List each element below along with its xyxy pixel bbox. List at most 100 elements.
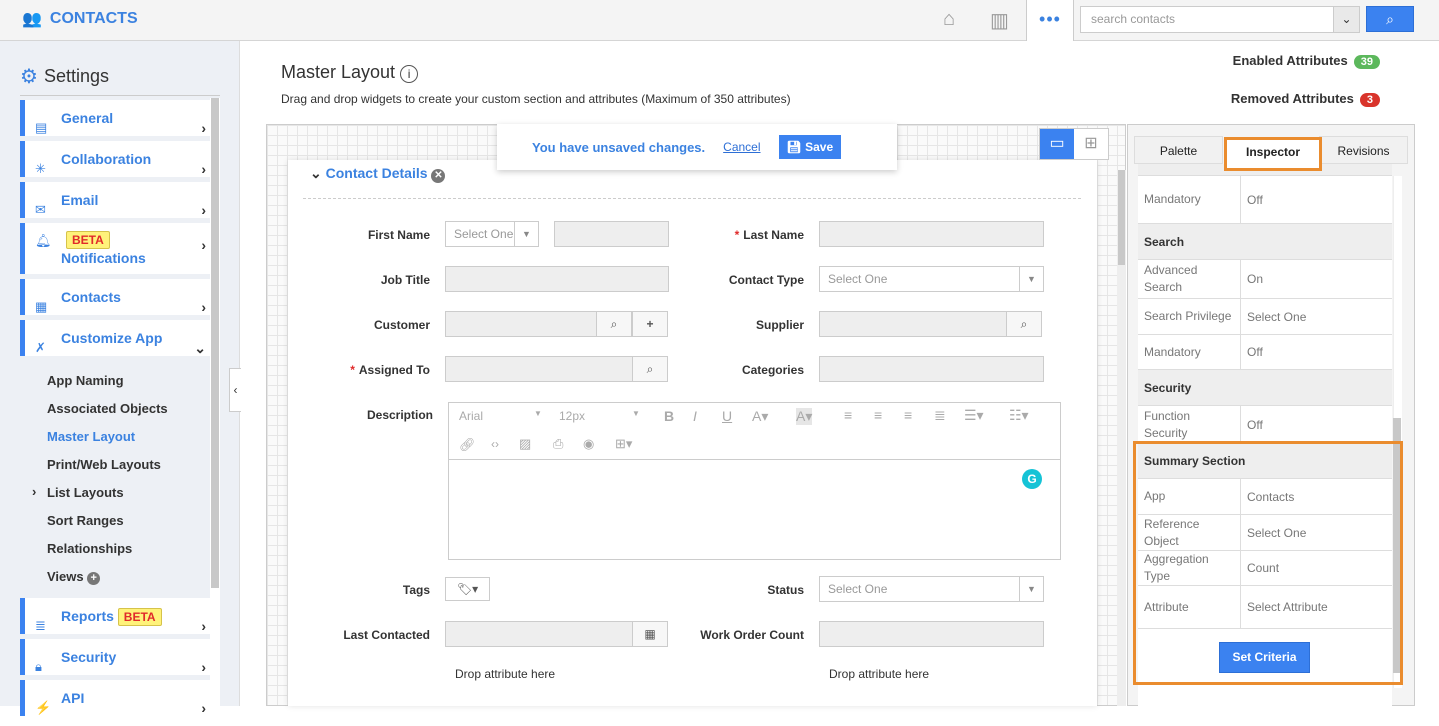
first-name-input[interactable] <box>554 221 669 247</box>
supplier-input[interactable] <box>819 311 1007 337</box>
work-order-count-input[interactable] <box>819 621 1044 647</box>
job-title-input[interactable] <box>445 266 669 292</box>
search-dropdown-chevron-icon[interactable]: ⌄ <box>1333 6 1360 33</box>
hierarchy-view-icon[interactable]: ⊞ <box>1074 129 1108 159</box>
bold-icon[interactable]: B <box>664 408 674 424</box>
property-row[interactable]: Mandatory Off <box>1138 335 1392 370</box>
section-header[interactable]: ⌄ Contact Details ✕ <box>310 165 446 183</box>
collapse-sidebar-button[interactable]: ‹ <box>229 368 241 412</box>
justify-icon[interactable]: ≣ <box>934 407 946 424</box>
property-row[interactable]: Search Privilege Select One <box>1138 299 1392 335</box>
sidebar-item-email[interactable]: ✉ Email › <box>20 182 210 218</box>
font-size-select[interactable]: 12px <box>559 409 585 423</box>
sidebar-item-contacts[interactable]: ▦ Contacts › <box>20 279 210 315</box>
assigned-to-label: * Assigned To <box>350 363 430 377</box>
highlight-color-icon[interactable]: A▾ <box>796 408 813 425</box>
calendar-icon[interactable]: ▦ <box>632 621 668 647</box>
editor-toolbar: Arial ▼ 12px ▼ B I U A▾ A▾ ≡ ≡ ≡ ≣ ☰▾ ☷▾… <box>449 403 1060 460</box>
tab-palette[interactable]: Palette <box>1134 136 1223 164</box>
subitem-views[interactable]: Views + <box>47 569 101 585</box>
customer-input[interactable] <box>445 311 597 337</box>
sidebar-scrollbar-thumb[interactable] <box>211 98 219 588</box>
salutation-select[interactable]: Select One ▼ <box>445 221 539 247</box>
removed-attributes[interactable]: Removed Attributes 3 <box>1231 91 1380 107</box>
assigned-to-search-icon[interactable]: ⌕ <box>632 356 668 382</box>
property-row[interactable]: Advanced Search On <box>1138 260 1392 299</box>
subitem-list-layouts[interactable]: List Layouts <box>47 485 124 500</box>
contact-type-select[interactable]: Select One ▼ <box>819 266 1044 292</box>
assigned-to-input[interactable] <box>445 356 633 382</box>
last-contacted-input[interactable] <box>445 621 633 647</box>
property-row[interactable]: Mandatory Off <box>1138 176 1392 224</box>
tab-inspector[interactable]: Inspector <box>1224 137 1322 171</box>
description-label: Description <box>366 408 433 422</box>
font-color-icon[interactable]: A▾ <box>752 408 768 425</box>
customer-search-icon[interactable]: ⌕ <box>596 311 632 337</box>
sidebar-item-notifications[interactable]: 🔔︎ BETA Notifications › <box>20 223 210 274</box>
numbered-list-icon[interactable]: ☷▾ <box>1009 407 1029 424</box>
chevron-right-icon: › <box>201 237 206 253</box>
supplier-search-icon[interactable]: ⌕ <box>1006 311 1042 337</box>
caret-down-icon: ▼ <box>534 409 542 418</box>
sidebar-item-api[interactable]: ⚡ API › <box>20 680 210 716</box>
drop-zone-left[interactable]: Drop attribute here <box>455 667 555 681</box>
set-criteria-button[interactable]: Set Criteria <box>1219 642 1310 673</box>
italic-icon[interactable]: I <box>693 408 697 424</box>
info-icon[interactable]: i <box>400 65 419 83</box>
more-button[interactable]: ••• <box>1026 0 1074 41</box>
add-circle-icon[interactable]: + <box>87 572 101 585</box>
cancel-link[interactable]: Cancel <box>723 140 760 154</box>
last-name-input[interactable] <box>819 221 1044 247</box>
subitem-app-naming[interactable]: App Naming <box>47 373 124 388</box>
image-icon[interactable]: ▨ <box>519 436 531 452</box>
sidebar-item-general[interactable]: ▤ General › <box>20 100 210 136</box>
sidebar-item-security[interactable]: 🔒︎ Security › <box>20 639 210 675</box>
underline-icon[interactable]: U <box>722 408 732 424</box>
sidebar-item-customize-app[interactable]: ✗ Customize App ⌄ <box>20 320 210 356</box>
print-icon[interactable]: ⎙ <box>553 436 563 452</box>
subitem-print-web-layouts[interactable]: Print/Web Layouts <box>47 457 161 472</box>
customer-add-icon[interactable]: + <box>632 311 668 337</box>
subitem-relationships[interactable]: Relationships <box>47 541 132 556</box>
tag-dropdown-icon[interactable]: 🏷︎▾ <box>445 577 490 601</box>
search-button[interactable]: ⌕ <box>1366 6 1414 32</box>
property-row[interactable]: Function Security Off <box>1138 406 1392 444</box>
code-icon[interactable]: ‹› <box>491 437 499 451</box>
table-icon[interactable]: ⊞▾ <box>615 436 632 452</box>
sidebar-item-collaboration[interactable]: ✳ Collaboration › <box>20 141 210 177</box>
canvas-scrollbar-thumb[interactable] <box>1118 170 1125 265</box>
categories-input[interactable] <box>819 356 1044 382</box>
subitem-associated-objects[interactable]: Associated Objects <box>47 401 168 416</box>
drop-zone-right[interactable]: Drop attribute here <box>829 667 929 681</box>
enabled-attributes[interactable]: Enabled Attributes 39 <box>1233 53 1380 69</box>
chevron-right-icon: › <box>201 700 206 716</box>
bullet-list-icon[interactable]: ☰▾ <box>964 407 984 424</box>
description-editor[interactable]: Arial ▼ 12px ▼ B I U A▾ A▾ ≡ ≡ ≡ ≣ ☰▾ ☷▾… <box>448 402 1061 560</box>
chevron-right-icon[interactable]: › <box>32 484 36 499</box>
caret-down-icon: ▼ <box>1019 267 1043 291</box>
customer-label: Customer <box>373 318 430 332</box>
desktop-view-icon[interactable]: ▭ <box>1040 129 1074 159</box>
subitem-master-layout[interactable]: Master Layout <box>47 429 135 444</box>
caret-down-icon: ▼ <box>514 222 538 246</box>
chevron-down-icon[interactable]: ⌄ <box>310 165 322 181</box>
sidebar-item-reports[interactable]: ≣ Reports BETA › <box>20 598 210 634</box>
remove-section-icon[interactable]: ✕ <box>431 169 446 183</box>
font-family-select[interactable]: Arial <box>459 409 483 423</box>
save-button[interactable]: 💾︎ Save <box>778 135 842 159</box>
align-right-icon[interactable]: ≡ <box>904 407 912 423</box>
tab-revisions[interactable]: Revisions <box>1319 136 1408 164</box>
align-left-icon[interactable]: ≡ <box>844 407 852 423</box>
align-center-icon[interactable]: ≡ <box>874 407 882 423</box>
search-input[interactable]: search contacts <box>1080 6 1334 33</box>
subitem-sort-ranges[interactable]: Sort Ranges <box>47 513 124 528</box>
status-select[interactable]: Select One ▼ <box>819 576 1044 602</box>
status-label: Status <box>767 583 804 597</box>
preview-eye-icon[interactable]: ◉ <box>583 436 594 452</box>
app-logo[interactable]: 👥 CONTACTS <box>22 9 138 29</box>
link-icon[interactable]: 🔗︎ <box>459 437 476 453</box>
work-order-count-label: Work Order Count <box>700 628 804 642</box>
grammarly-icon[interactable]: G <box>1022 469 1042 489</box>
home-icon[interactable]: ⌂ <box>943 8 955 31</box>
bar-chart-icon[interactable]: ▥ <box>990 8 1009 33</box>
